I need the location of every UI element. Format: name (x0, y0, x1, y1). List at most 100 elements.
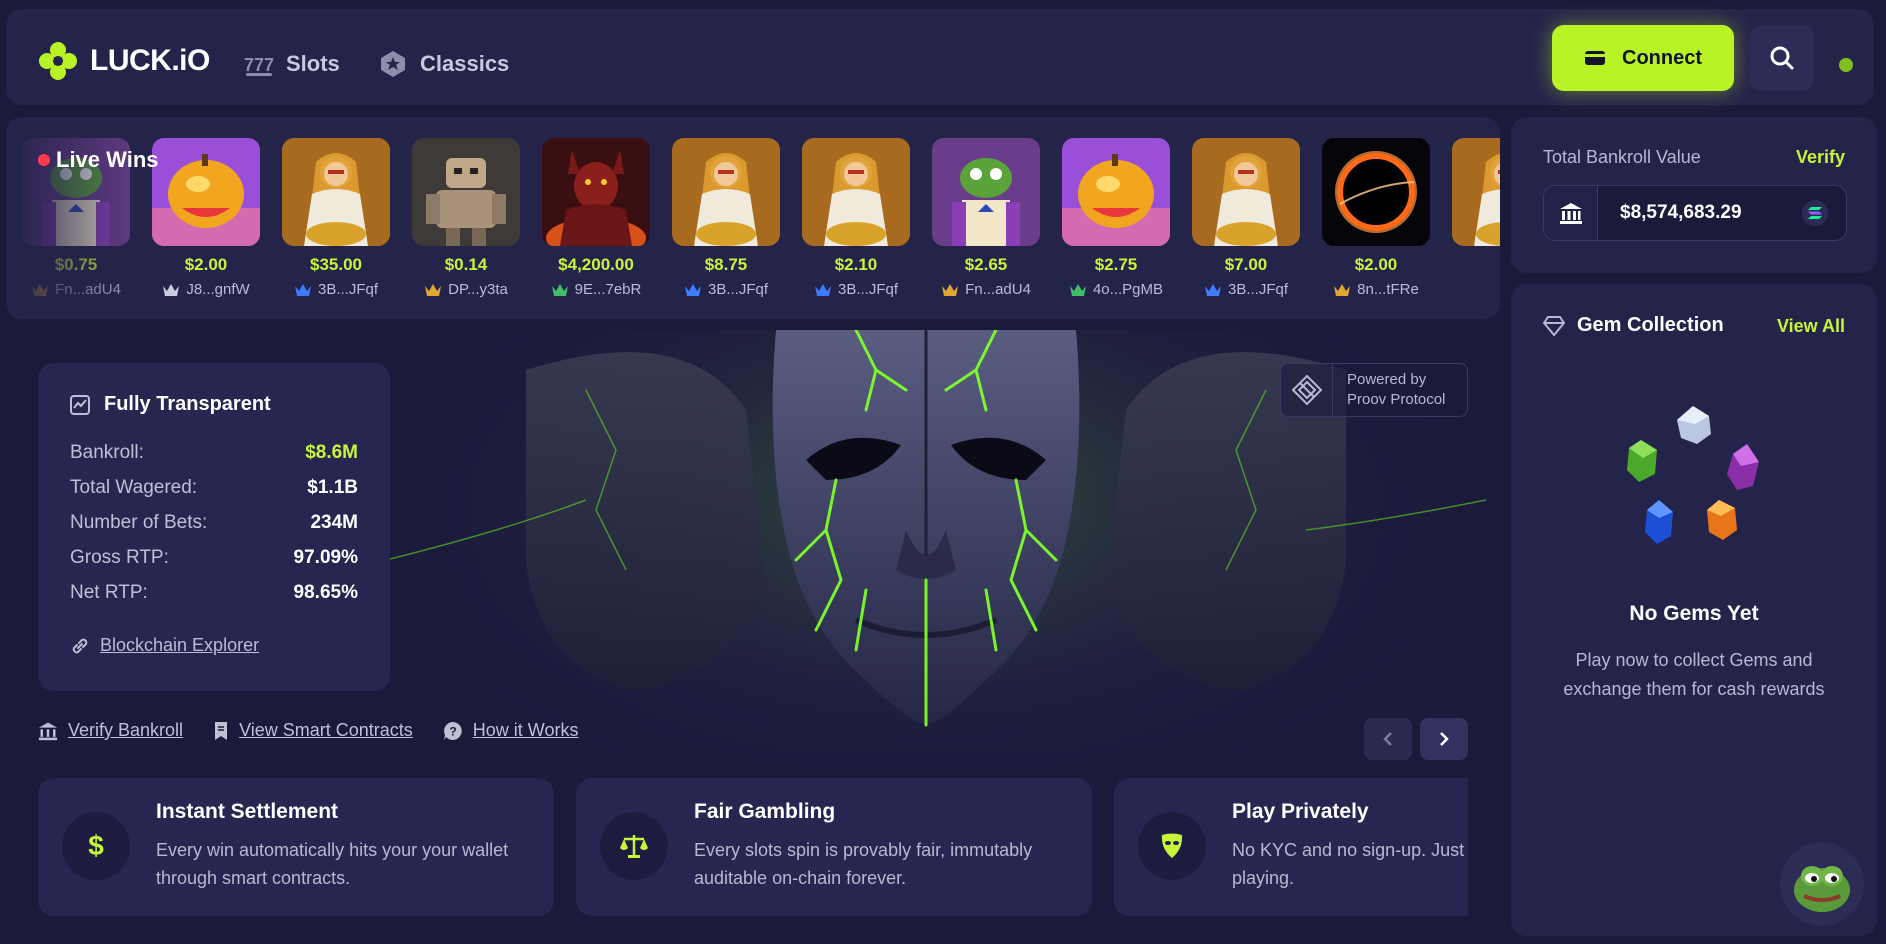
bankroll-panel: Total Bankroll Value Verify $8,574,683.2… (1511, 117, 1877, 273)
live-win-card[interactable]: $8.75 3B...JFqf (672, 138, 780, 298)
verify-bankroll-link[interactable]: Verify Bankroll (38, 720, 183, 741)
game-thumbnail[interactable] (672, 138, 780, 246)
link-icon (72, 638, 88, 653)
win-username: 3B...JFqf (837, 281, 899, 298)
how-it-works-label: How it Works (472, 720, 579, 740)
live-wins-label: Live Wins (56, 147, 159, 172)
crown-icon (551, 283, 568, 296)
stat-label: Number of Bets: (70, 512, 208, 533)
win-amount: $2.75 (1094, 255, 1138, 274)
carousel-prev-button[interactable] (1364, 718, 1412, 760)
feature-title: Play Privately (1232, 800, 1369, 823)
stat-label: Gross RTP: (70, 547, 169, 568)
game-thumbnail[interactable] (412, 138, 520, 246)
stat-gross-rtp: Gross RTP: 97.09% (70, 547, 358, 569)
win-amount: $0.75 (54, 255, 98, 274)
win-user[interactable]: 3B...JFqf (672, 281, 780, 298)
verify-bankroll-link[interactable]: Verify (1796, 147, 1845, 168)
game-thumbnail[interactable] (542, 138, 650, 246)
crown-icon (814, 283, 831, 296)
carousel-next-button[interactable] (1420, 718, 1468, 760)
question-icon: ? (443, 721, 462, 740)
win-user[interactable]: 3B...JFqf (282, 281, 390, 298)
live-win-card[interactable]: $35.00 3B...JFqf (282, 138, 390, 298)
win-user[interactable]: 3B...JFqf (802, 281, 910, 298)
live-win-card[interactable]: $2.00 8n...tFRe (1322, 138, 1430, 298)
win-amount: $2.65 (964, 255, 1008, 274)
game-thumbnail[interactable] (1192, 138, 1300, 246)
solana-icon (1802, 200, 1828, 226)
activity-chart-icon (70, 394, 90, 415)
nav-classics[interactable]: Classics (378, 49, 509, 79)
game-thumbnail[interactable] (1322, 138, 1430, 246)
win-user[interactable]: 9E...7ebR (542, 281, 650, 298)
live-win-card-partial[interactable] (1452, 138, 1500, 246)
crown-icon (294, 283, 311, 296)
bankroll-value: $8,574,683.29 (1620, 202, 1742, 223)
win-username: Fn...adU4 (965, 281, 1031, 298)
win-amount: $8.75 (704, 255, 748, 274)
stat-value: 234M (310, 512, 358, 533)
win-user[interactable]: 8n...tFRe (1322, 281, 1430, 298)
live-win-card[interactable]: $2.00 J8...gnfW (152, 138, 260, 298)
win-username: Fn...adU4 (55, 281, 121, 298)
crown-icon (942, 283, 959, 296)
stat-value: 97.09% (293, 547, 358, 568)
fully-transparent-card: Fully Transparent Bankroll: $8.6M Total … (38, 363, 390, 691)
crown-icon (1334, 283, 1351, 296)
crown-icon (1204, 283, 1221, 296)
connect-wallet-button[interactable]: Connect (1552, 25, 1734, 91)
win-user[interactable]: J8...gnfW (152, 281, 260, 298)
nav-slots[interactable]: 777 Slots (244, 49, 340, 79)
blockchain-explorer-link[interactable]: Blockchain Explorer (70, 635, 259, 656)
win-amount: $2.00 (1354, 255, 1398, 274)
chat-support-button[interactable] (1780, 842, 1864, 926)
no-gems-description: Play now to collect Gems and exchange th… (1563, 650, 1825, 699)
game-thumbnail[interactable] (152, 138, 260, 246)
win-username: 8n...tFRe (1357, 281, 1419, 298)
no-gems-title: No Gems Yet (1629, 602, 1759, 625)
fully-transparent-header: Fully Transparent (70, 393, 271, 416)
live-win-card[interactable]: $2.65 Fn...adU4 (932, 138, 1040, 298)
view-smart-contracts-link[interactable]: View Smart Contracts (213, 720, 413, 741)
win-user[interactable]: 4o...PgMB (1062, 281, 1170, 298)
svg-text:?: ? (449, 724, 456, 738)
game-thumbnail[interactable] (1062, 138, 1170, 246)
feature-instant-settlement: $ Instant Settlement Every win automatic… (38, 778, 554, 916)
game-thumbnail[interactable] (1452, 138, 1500, 246)
view-all-gems-link[interactable]: View All (1777, 316, 1845, 337)
game-thumbnail[interactable] (282, 138, 390, 246)
live-win-card[interactable]: $7.00 3B...JFqf (1192, 138, 1300, 298)
search-icon (1770, 46, 1794, 70)
how-it-works-link[interactable]: ? How it Works (443, 720, 579, 741)
logo[interactable]: LUCK.iO (36, 39, 210, 83)
win-user[interactable]: Fn...adU4 (932, 281, 1040, 298)
live-win-card[interactable]: $2.75 4o...PgMB (1062, 138, 1170, 298)
crown-icon (425, 283, 442, 296)
top-header: LUCK.iO 777 Slots Classics Connect (6, 9, 1874, 105)
stat-label: Bankroll: (70, 442, 144, 463)
bank-icon (38, 722, 58, 740)
bankroll-value-box: $8,574,683.29 (1543, 185, 1847, 241)
crown-icon (32, 283, 49, 296)
win-user[interactable]: DP...y3ta (412, 281, 520, 298)
proov-logo-icon (1281, 364, 1333, 416)
game-thumbnail[interactable] (932, 138, 1040, 246)
live-win-card[interactable]: $2.10 3B...JFqf (802, 138, 910, 298)
feature-cards: $ Instant Settlement Every win automatic… (38, 778, 1468, 916)
win-user[interactable]: Fn...adU4 (22, 281, 130, 298)
bankroll-title: Total Bankroll Value (1543, 147, 1701, 167)
stat-total-wagered: Total Wagered: $1.1B (70, 477, 358, 499)
powered-by-badge[interactable]: Powered by Proov Protocol (1280, 363, 1468, 417)
gems-illustration (1627, 406, 1759, 544)
feature-fair-gambling: Fair Gambling Every slots spin is provab… (576, 778, 1092, 916)
live-win-card[interactable]: $0.14 DP...y3ta (412, 138, 520, 298)
verify-bankroll-label: Verify Bankroll (68, 720, 184, 740)
game-thumbnail[interactable] (802, 138, 910, 246)
search-button[interactable] (1750, 25, 1814, 91)
win-amount: $35.00 (310, 255, 362, 274)
win-user[interactable]: 3B...JFqf (1192, 281, 1300, 298)
live-win-card[interactable]: $4,200.00 9E...7ebR (542, 138, 650, 298)
win-username: 3B...JFqf (317, 281, 379, 298)
win-username: DP...y3ta (448, 281, 508, 298)
